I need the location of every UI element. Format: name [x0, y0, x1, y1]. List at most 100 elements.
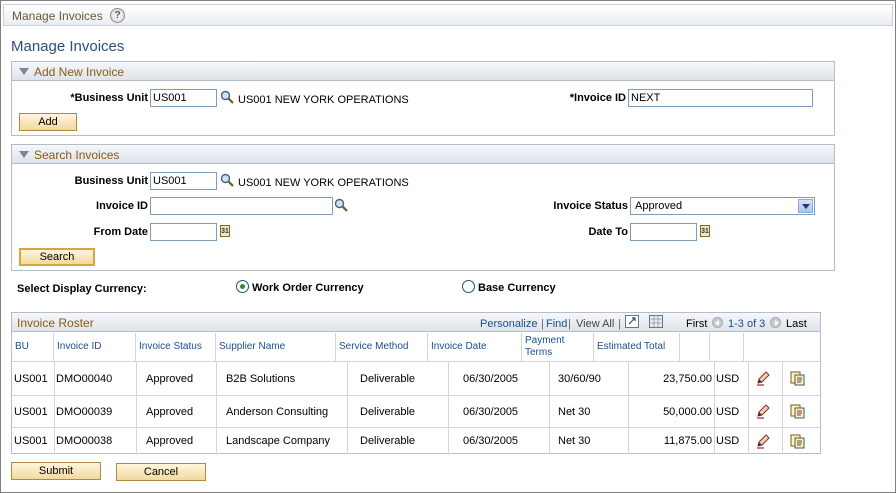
search-business-unit-label: Business Unit	[74, 175, 148, 187]
add-invoice-id-input[interactable]: NEXT	[628, 89, 813, 107]
cell-currency: USD	[716, 405, 740, 418]
header-title: Manage Invoices	[12, 9, 103, 23]
submit-button[interactable]: Submit	[11, 462, 101, 480]
cell-bu: US001	[14, 435, 48, 447]
cell-currency: USD	[716, 435, 740, 447]
from-date-input[interactable]	[150, 223, 217, 241]
invoice-status-select[interactable]: Approved	[630, 197, 815, 215]
column-header-bu[interactable]: BU	[12, 333, 54, 361]
grid-line	[714, 361, 715, 454]
add-invoice-id-label: *Invoice ID	[569, 92, 626, 104]
manage-invoices-page: Manage Invoices ? Manage Invoices Add Ne…	[0, 0, 896, 493]
cancel-button[interactable]: Cancel	[116, 463, 206, 481]
base-currency-radio[interactable]	[462, 280, 475, 293]
cell-supplier-name: B2B Solutions	[226, 372, 296, 385]
cell-service-method: Deliverable	[360, 435, 416, 447]
table-row: US001 DMO00039 Approved Anderson Consult…	[12, 395, 820, 427]
cell-invoice-status: Approved	[146, 405, 194, 418]
from-date-label: From Date	[93, 226, 148, 238]
cell-estimated-total: 23,750.00	[663, 372, 712, 385]
separator: |	[541, 318, 544, 330]
cell-payment-terms: 30/60/90	[558, 372, 601, 385]
separator: |	[568, 318, 571, 330]
cell-bu: US001	[14, 405, 48, 418]
column-header-payment-terms[interactable]: Payment Terms	[522, 333, 594, 361]
document-icon[interactable]	[789, 370, 805, 386]
page-title: Manage Invoices	[11, 38, 125, 55]
add-invoice-group: Add New Invoice *Business Unit US001 US0…	[11, 61, 835, 136]
add-invoice-title: Add New Invoice	[34, 65, 125, 79]
search-invoices-header[interactable]: Search Invoices	[12, 145, 834, 164]
first-label: First	[686, 318, 708, 330]
pencil-icon[interactable]	[755, 403, 771, 419]
search-invoices-group: Search Invoices Business Unit US001 US00…	[11, 144, 835, 271]
grid-line	[136, 361, 137, 454]
base-currency-label[interactable]: Base Currency	[478, 282, 556, 294]
pencil-icon[interactable]	[755, 370, 771, 386]
cell-estimated-total: 11,875.00	[663, 435, 712, 447]
cell-invoice-date: 06/30/2005	[463, 435, 519, 447]
column-header-service-method[interactable]: Service Method	[336, 333, 428, 361]
magnifier-icon[interactable]	[220, 90, 234, 104]
column-header-edit	[710, 333, 744, 361]
add-business-unit-description: US001 NEW YORK OPERATIONS	[238, 94, 409, 106]
column-header-supplier-name[interactable]: Supplier Name	[216, 333, 336, 361]
personalize-link[interactable]: Personalize	[480, 318, 537, 330]
zoom-grid-icon[interactable]	[625, 315, 639, 328]
cell-estimated-total: 50,000.00	[663, 405, 712, 418]
grid-line	[628, 361, 629, 454]
pencil-icon[interactable]	[755, 433, 771, 449]
cell-payment-terms: Net 30	[558, 405, 591, 418]
next-arrow-icon[interactable]	[770, 317, 781, 328]
add-button[interactable]: Add	[19, 113, 77, 131]
collapse-triangle-icon[interactable]	[19, 68, 29, 75]
search-invoice-id-input[interactable]	[150, 197, 333, 215]
collapse-triangle-icon[interactable]	[19, 151, 29, 158]
cell-bu: US001	[14, 372, 48, 385]
dropdown-arrow-icon[interactable]	[798, 199, 813, 213]
grid-line	[549, 361, 550, 454]
cell-payment-terms: Net 30	[558, 435, 591, 447]
add-business-unit-label: *Business Unit	[70, 92, 148, 104]
column-header-invoice-id[interactable]: Invoice ID	[54, 333, 136, 361]
find-link[interactable]: Find	[546, 318, 567, 330]
table-row: US001 DMO00040 Approved B2B Solutions De…	[12, 361, 820, 395]
document-icon[interactable]	[789, 403, 805, 419]
add-invoice-header[interactable]: Add New Invoice	[12, 62, 834, 81]
view-all-link[interactable]: View All	[576, 318, 614, 330]
work-order-currency-radio[interactable]	[236, 280, 249, 293]
cell-supplier-name: Landscape Company	[226, 435, 330, 447]
cell-invoice-status: Approved	[146, 435, 194, 447]
search-business-unit-input[interactable]: US001	[150, 172, 217, 190]
column-header-invoice-status[interactable]: Invoice Status	[136, 333, 216, 361]
add-business-unit-input[interactable]: US001	[150, 89, 217, 107]
grid-line	[216, 361, 217, 454]
grid-line	[347, 361, 348, 454]
column-header-estimated-total[interactable]: Estimated Total	[594, 333, 680, 361]
document-icon[interactable]	[789, 433, 805, 449]
grid-line	[782, 361, 783, 454]
cell-supplier-name: Anderson Consulting	[226, 405, 329, 418]
search-button[interactable]: Search	[19, 248, 95, 266]
help-icon[interactable]: ?	[110, 8, 125, 23]
magnifier-icon[interactable]	[220, 173, 234, 187]
invoice-roster-grid: Invoice Roster Personalize | Find | View…	[11, 312, 821, 454]
column-header-invoice-date[interactable]: Invoice Date	[428, 333, 522, 361]
magnifier-icon[interactable]	[334, 198, 348, 212]
work-order-currency-label[interactable]: Work Order Currency	[252, 282, 364, 294]
cell-currency: USD	[716, 372, 740, 385]
search-business-unit-description: US001 NEW YORK OPERATIONS	[238, 177, 409, 189]
download-spreadsheet-icon[interactable]	[649, 315, 663, 328]
calendar-icon[interactable]: 31	[700, 225, 710, 237]
row-range: 1-3 of 3	[728, 318, 766, 330]
cell-invoice-date: 06/30/2005	[463, 372, 519, 385]
search-invoices-title: Search Invoices	[34, 148, 120, 162]
date-to-input[interactable]	[630, 223, 697, 241]
previous-arrow-icon[interactable]	[712, 317, 723, 328]
cell-invoice-id: DMO00039	[56, 405, 113, 418]
calendar-icon[interactable]: 31	[220, 225, 230, 237]
column-header-detail	[744, 333, 820, 361]
roster-title: Invoice Roster	[17, 316, 94, 330]
cell-invoice-id: DMO00038	[56, 435, 113, 447]
cell-service-method: Deliverable	[360, 372, 416, 385]
